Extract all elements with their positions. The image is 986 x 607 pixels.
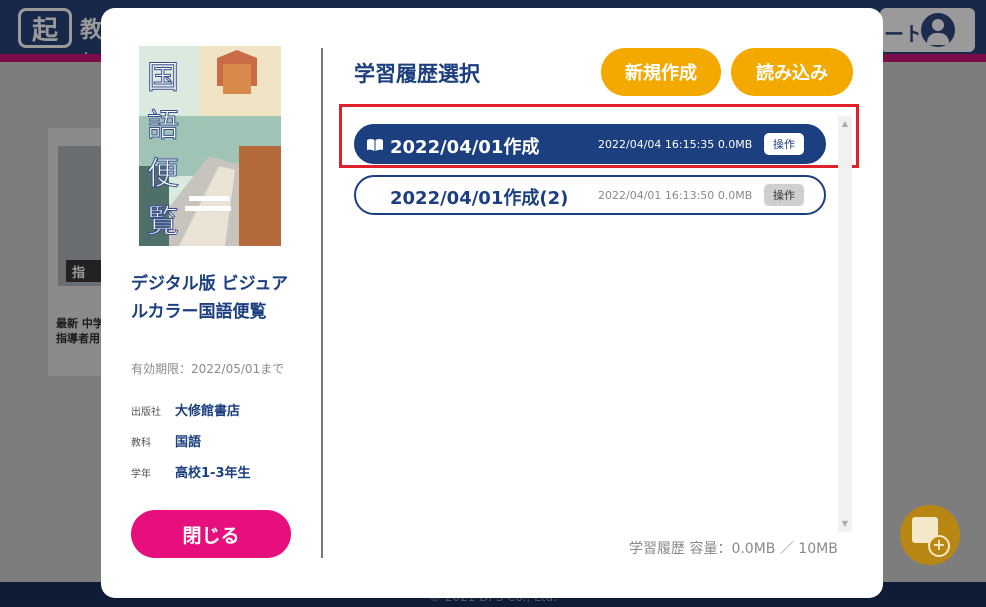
meta-value: 高校1-3年生 bbox=[175, 466, 251, 481]
operation-button[interactable]: 操作 bbox=[764, 184, 804, 206]
section-title: 学習履歴選択 bbox=[354, 62, 480, 86]
list-scrollbar[interactable]: ▲ ▼ bbox=[838, 116, 852, 532]
app-logo: 起 bbox=[18, 8, 72, 48]
cover-glyph: 国 bbox=[146, 58, 180, 97]
plus-icon: + bbox=[928, 535, 950, 557]
book-title: デジタル版 ビジュアルカラー国語便覧 bbox=[131, 274, 289, 322]
meta-value: 大修館書店 bbox=[175, 404, 241, 419]
meta-value: 国語 bbox=[175, 435, 202, 450]
scroll-up-icon[interactable]: ▲ bbox=[841, 120, 849, 128]
scroll-down-icon[interactable]: ▼ bbox=[841, 520, 849, 528]
book-card-title: 最新 中学 指導者用 bbox=[56, 317, 104, 345]
avatar-icon[interactable] bbox=[918, 10, 958, 50]
book-cover-image: 国 語 便 覧 bbox=[139, 46, 281, 246]
meta-label: 出版社 bbox=[131, 407, 161, 418]
history-list[interactable]: 2022/04/01作成 2022/04/04 16:15:35 0.0MB 操… bbox=[338, 110, 853, 532]
selection-highlight bbox=[339, 104, 859, 168]
history-size: 0.0MB bbox=[717, 189, 753, 202]
book-expiry: 有効期限：2022/05/01まで bbox=[131, 362, 285, 376]
meta-label: 学年 bbox=[131, 469, 151, 480]
history-item[interactable]: 2022/04/01作成(2) 2022/04/01 16:13:50 0.0M… bbox=[354, 175, 826, 215]
meta-label: 教科 bbox=[131, 438, 151, 449]
cover-glyph: 覧 bbox=[146, 202, 180, 241]
vertical-divider bbox=[321, 48, 323, 558]
history-meta: 2022/04/01 16:13:50 0.0MB bbox=[598, 189, 752, 202]
meta-grade: 学年 高校1-3年生 bbox=[131, 462, 251, 481]
cover-glyph: 便 bbox=[146, 154, 180, 193]
load-history-button[interactable]: 読み込み bbox=[731, 48, 853, 96]
add-book-button[interactable]: + bbox=[900, 505, 960, 565]
history-name: 2022/04/01作成(2) bbox=[390, 188, 569, 209]
cover-glyph: 語 bbox=[146, 106, 180, 145]
meta-publisher: 出版社 大修館書店 bbox=[131, 400, 240, 419]
new-history-button[interactable]: 新規作成 bbox=[601, 48, 721, 96]
close-button[interactable]: 閉じる bbox=[131, 510, 291, 558]
learning-history-dialog: 国 語 便 覧 デジタル版 ビジュアルカラー国語便覧 有効期限：2022/05/… bbox=[101, 8, 883, 598]
meta-subject: 教科 国語 bbox=[131, 431, 201, 450]
storage-capacity: 学習履歴 容量：0.0MB ／ 10MB bbox=[629, 541, 838, 557]
history-timestamp: 2022/04/01 16:13:50 bbox=[598, 189, 715, 202]
